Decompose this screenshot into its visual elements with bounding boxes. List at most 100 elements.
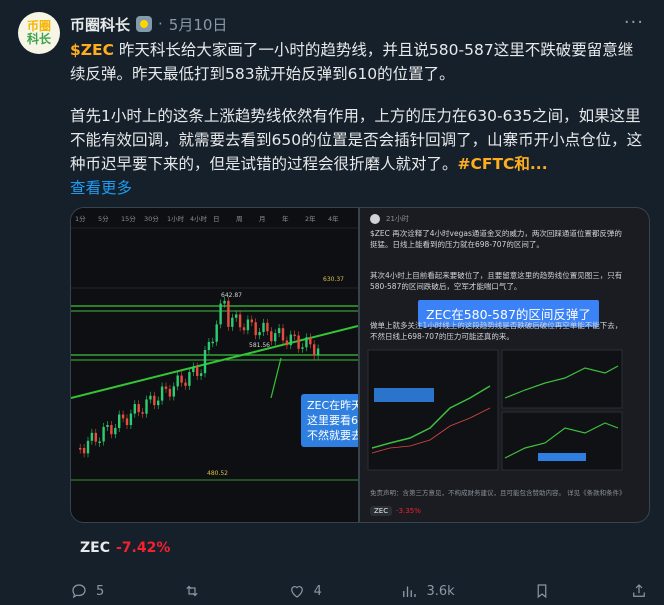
embedded-text-3: 做单上就多关注1小时线上的这段趋势线是否跌破后破位再空单能不能下去，不然日线上6… xyxy=(370,321,623,341)
candle xyxy=(219,303,222,325)
candle xyxy=(82,448,86,454)
chart-image[interactable]: 1分 5分 15分 30分 1小时 4小时日 周 月 年 2年 4年 642.87 581.56 4… xyxy=(71,208,358,522)
candle xyxy=(313,344,316,356)
ticker-change: -7.42% xyxy=(116,540,171,556)
candle xyxy=(235,314,238,318)
post-date[interactable]: 5月10日 xyxy=(169,14,228,35)
candle xyxy=(223,300,226,304)
candle xyxy=(86,440,90,454)
candle xyxy=(277,328,281,334)
embedded-ticker: ZEC -3.35% xyxy=(370,506,421,516)
candle xyxy=(149,395,152,400)
price-mid-label: 581.56 xyxy=(249,342,270,349)
timeframe-label: 2年 xyxy=(305,214,316,223)
candle xyxy=(207,341,211,351)
bookmark-button[interactable] xyxy=(533,582,551,600)
candle xyxy=(293,334,296,337)
candle xyxy=(270,331,273,342)
screenshot-image[interactable]: 21小时 $ZEC 再次诠释了4小时vegas通道金叉的威力，两次回踩通道位置都… xyxy=(360,208,649,522)
candle xyxy=(192,366,195,373)
candle xyxy=(258,332,261,336)
candle xyxy=(196,366,199,376)
timeframe-label: 4年 xyxy=(328,214,339,223)
avatar[interactable]: 币圈 科长 xyxy=(18,12,60,54)
candle xyxy=(153,395,156,406)
candle xyxy=(133,404,136,414)
author-name[interactable]: 币圈科长 xyxy=(70,14,130,35)
candle xyxy=(137,404,140,413)
price-low-label: 480.52 xyxy=(207,470,228,477)
candle xyxy=(289,334,292,346)
avatar-text-bottom: 科长 xyxy=(26,32,51,46)
ticker-symbol: ZEC xyxy=(80,540,110,556)
verified-badge-icon xyxy=(136,16,153,32)
candle xyxy=(129,413,133,426)
ticker-quote[interactable]: ZEC -7.42% xyxy=(80,540,170,556)
separator-dot: · xyxy=(158,15,163,33)
candle xyxy=(94,432,97,442)
share-button[interactable] xyxy=(630,582,648,600)
chart-callout: ZEC在昨天 这里要看63 不然就要去 xyxy=(301,394,358,447)
post-content: $ZEC 昨天科长给大家画了一小时的趋势线，并且说580-587这里不跌破要留意… xyxy=(70,38,648,176)
candle xyxy=(160,386,164,401)
like-button[interactable]: 4 xyxy=(288,582,322,600)
embedded-time: 21小时 xyxy=(386,215,409,223)
timeframe-label: 15分 xyxy=(121,214,136,223)
candle xyxy=(90,432,94,441)
candle xyxy=(203,350,207,374)
candle xyxy=(184,382,187,386)
heart-icon xyxy=(290,586,303,598)
candle xyxy=(106,424,109,427)
candle xyxy=(114,427,117,435)
candle xyxy=(125,418,129,426)
like-count: 4 xyxy=(313,583,322,599)
candle xyxy=(211,341,214,344)
timeframe-label: 月 xyxy=(259,215,266,223)
view-count: 3.6k xyxy=(426,583,455,599)
candle xyxy=(305,337,308,348)
callout-line-1: ZEC在昨天 xyxy=(307,399,358,412)
share-icon xyxy=(633,584,645,597)
candle xyxy=(110,424,113,435)
candle xyxy=(118,414,121,428)
post-header: 币圈科长 · 5月10日 xyxy=(70,13,227,35)
price-high-label: 642.87 xyxy=(221,292,242,299)
callout-line-2: 这里要看63 xyxy=(307,414,358,427)
timeframe-label: 1小时 xyxy=(167,214,185,223)
views-button[interactable]: 3.6k xyxy=(400,582,455,600)
candle xyxy=(199,373,203,376)
candle xyxy=(98,441,101,443)
candle xyxy=(262,322,265,333)
media-gallery: 1分 5分 15分 30分 1小时 4小时日 周 月 年 2年 4年 642.87 581.56 4… xyxy=(70,207,650,523)
paragraph-2: 首先1小时上的这条上涨趋势线依然有作用，上方的压力在630-635之间，如果这里… xyxy=(70,104,648,176)
candle xyxy=(168,388,172,397)
reply-button[interactable]: 5 xyxy=(70,582,104,600)
candle xyxy=(285,340,289,346)
candle xyxy=(238,314,242,328)
hashtag-link[interactable]: #CFTC和... xyxy=(458,155,548,173)
candle xyxy=(242,327,246,331)
repost-button[interactable] xyxy=(183,582,209,600)
candle xyxy=(254,322,257,336)
candle xyxy=(250,319,253,323)
candle xyxy=(231,317,234,327)
embedded-text-2: 其次4小时上目前看起来要破位了，且要留意这里的趋势线位置见图三，只有580-58… xyxy=(370,271,623,291)
repost-icon xyxy=(186,585,198,597)
candle xyxy=(188,372,191,386)
views-icon xyxy=(403,586,417,597)
candlestick-chart: 1分 5分 15分 30分 1小时 4小时日 周 月 年 2年 4年 642.87 581.56 4… xyxy=(71,208,358,522)
timeframe-label: 周 xyxy=(236,215,243,223)
reply-count: 5 xyxy=(96,583,105,599)
candle xyxy=(309,337,312,345)
timeframe-label: 5分 xyxy=(98,214,109,223)
candle xyxy=(164,386,168,389)
bookmark-icon xyxy=(537,584,547,599)
cashtag-link[interactable]: $ZEC xyxy=(70,41,114,59)
embedded-ticker-change: -3.35% xyxy=(396,507,421,515)
candle xyxy=(215,324,218,342)
more-options-icon[interactable]: ··· xyxy=(624,12,644,33)
candle xyxy=(145,399,148,414)
candle xyxy=(121,414,125,419)
show-more-link[interactable]: 查看更多 xyxy=(70,176,132,198)
candle xyxy=(79,448,82,450)
